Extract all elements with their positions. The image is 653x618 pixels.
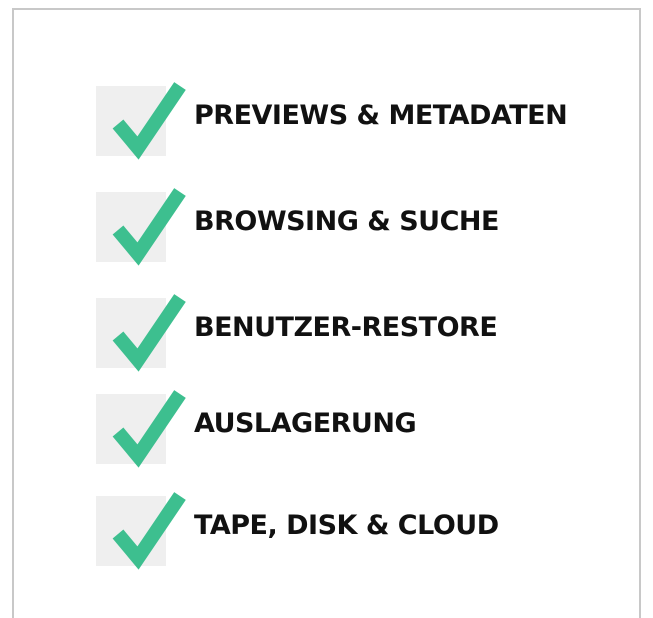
feature-item-tape-disk-cloud: TAPE, DISK & CLOUD [14,492,639,580]
feature-label: PREVIEWS & METADATEN [194,100,568,131]
feature-item-auslagerung: AUSLAGERUNG [14,390,639,478]
checkmark-icon [112,390,186,468]
feature-label: AUSLAGERUNG [194,408,417,439]
checkmark-icon [112,188,186,266]
checkmark-icon [112,82,186,160]
feature-label: TAPE, DISK & CLOUD [194,510,499,541]
feature-item-restore: BENUTZER-RESTORE [14,294,639,382]
feature-item-browsing: BROWSING & SUCHE [14,188,639,276]
feature-item-previews: PREVIEWS & METADATEN [14,82,639,170]
checkmark-icon [112,294,186,372]
feature-label: BROWSING & SUCHE [194,206,499,237]
feature-card: PREVIEWS & METADATEN BROWSING & SUCHE BE… [12,8,641,618]
feature-label: BENUTZER-RESTORE [194,312,498,343]
checkmark-icon [112,492,186,570]
